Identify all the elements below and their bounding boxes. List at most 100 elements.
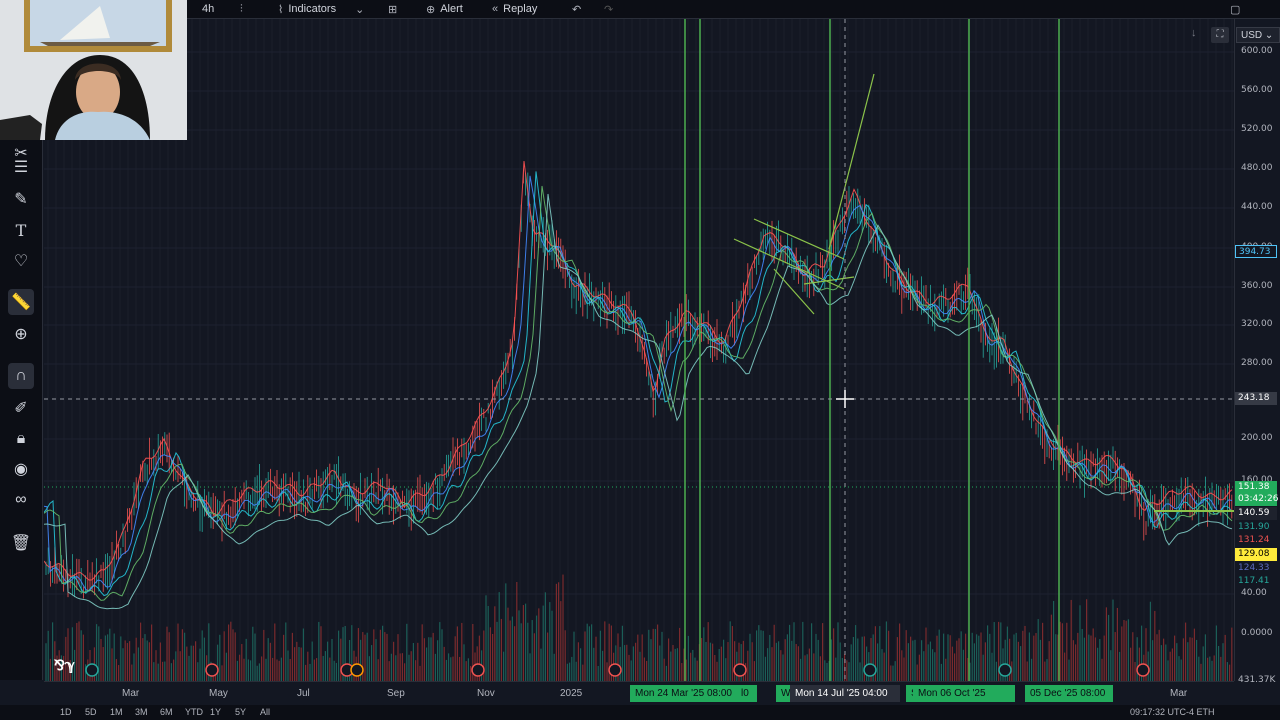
price-tick-label: 360.00 xyxy=(1241,281,1273,291)
remove-drawings-tool[interactable]: 🗑︎ xyxy=(8,530,34,556)
time-tick-label: Nov xyxy=(477,688,495,699)
price-tick-label: 480.00 xyxy=(1241,163,1273,173)
time-tick-label: Sep xyxy=(387,688,405,699)
range-button[interactable]: 5Y xyxy=(235,707,246,717)
time-marker-tag: 05 Dec '25 08:00 xyxy=(1025,685,1113,702)
redo-button[interactable]: ↷ xyxy=(604,0,613,18)
price-tick-label: 440.00 xyxy=(1241,202,1273,212)
time-tick-label: Mar xyxy=(1170,688,1188,699)
indicators-button[interactable]: ⌇ Indicators ⌄ xyxy=(278,0,364,18)
earnings-marker xyxy=(85,663,99,677)
fullscreen-icon: ▢ xyxy=(1230,3,1241,16)
price-tick-label: 280.00 xyxy=(1241,358,1273,368)
earnings-marker xyxy=(205,663,219,677)
webcam-image xyxy=(0,0,187,140)
earnings-marker xyxy=(471,663,485,677)
time-marker-tag: Mon 14 Jul '25 04:00 xyxy=(790,685,900,702)
lock-drawings-tool[interactable]: 🔒︎ xyxy=(8,426,34,452)
range-button[interactable]: 1M xyxy=(110,707,123,717)
price-tag: 03:42:26 xyxy=(1235,493,1278,506)
alert-icon: ⊕ xyxy=(426,3,436,16)
measure-tool[interactable]: 📏 xyxy=(8,289,34,315)
stay-drawing-tool[interactable]: ✐ xyxy=(8,395,34,421)
price-tag: 117.41 xyxy=(1235,575,1277,588)
replay-button[interactable]: « Replay xyxy=(492,0,537,18)
trash-icon: 🗑︎ xyxy=(10,535,32,552)
earnings-marker xyxy=(608,663,622,677)
interval-button[interactable]: 4h xyxy=(202,0,214,18)
candles-button[interactable]: ⫶ xyxy=(240,0,243,18)
range-button[interactable]: 1D xyxy=(60,707,72,717)
alert-button[interactable]: ⊕ Alert xyxy=(426,0,463,18)
range-button[interactable]: All xyxy=(260,707,270,717)
text-tool[interactable]: T xyxy=(8,217,34,243)
link-icon: ∞ xyxy=(15,491,27,508)
heart-icon: ♡ xyxy=(13,253,29,270)
price-tag: 394.73 xyxy=(1235,245,1277,258)
price-tick-label: 320.00 xyxy=(1241,319,1273,329)
time-tick-label: 2025 xyxy=(560,688,583,699)
price-tag: 129.08 xyxy=(1235,548,1277,561)
time-tick-label: Mar xyxy=(122,688,140,699)
candles-icon: ⫶ xyxy=(240,2,243,15)
indicators-icon: ⌇ xyxy=(278,3,284,16)
range-button[interactable]: 1Y xyxy=(210,707,221,717)
price-tag: 140.59 xyxy=(1235,507,1277,520)
bottom-bar: 09:17:32 UTC-4 ETH 1D 5D 1M 3M 6M YTD 1Y 5Y All xyxy=(0,705,1280,720)
hide-drawings-tool[interactable]: ◉ xyxy=(8,456,34,482)
time-marker-tag: W xyxy=(776,685,790,702)
download-icon[interactable]: ↓ xyxy=(1191,27,1205,43)
undo-button[interactable]: ↶ xyxy=(572,0,581,18)
range-button[interactable]: 3M xyxy=(135,707,148,717)
price-tag: 131.90 xyxy=(1235,521,1277,534)
time-tick-label: Jul xyxy=(297,688,310,699)
fullscreen-button[interactable]: ▢ xyxy=(1230,0,1240,18)
price-tick-label: 560.00 xyxy=(1241,85,1273,95)
range-button[interactable]: YTD xyxy=(185,707,203,717)
zoom-tool[interactable]: ⊕ xyxy=(8,321,34,347)
crosshair-price-label: 243.18 xyxy=(1235,392,1277,405)
clock-label: 09:17:32 UTC-4 ETH xyxy=(1130,707,1215,717)
price-tag: 131.24 xyxy=(1235,534,1277,547)
layouts-button[interactable]: ⊞ xyxy=(388,0,397,18)
top-toolbar: 4h ⫶ ⌇ Indicators ⌄ ⊞ ⊕ Alert « Replay ↶… xyxy=(0,0,1280,19)
undo-icon: ↶ xyxy=(572,3,582,16)
price-tick-label: 0.0000 xyxy=(1241,628,1273,638)
sync-drawings-tool[interactable]: ∞ xyxy=(8,487,34,513)
lock-icon: 🔒︎ xyxy=(16,430,26,447)
chart-pane[interactable]: ⅋ℽ xyxy=(44,19,1234,681)
snapshot-icon[interactable]: ⛶ xyxy=(1211,27,1229,43)
price-tag: 124.33 xyxy=(1235,562,1277,575)
magnet-tool[interactable]: ∩ xyxy=(8,363,34,389)
price-tick-label: 40.00 xyxy=(1241,588,1267,598)
time-marker-tag: Mon 06 Oct '25 08:00 xyxy=(913,685,1015,716)
lock-pencil-icon: ✐ xyxy=(14,400,28,417)
lines-icon: ☰ xyxy=(13,159,29,176)
chevron-down-icon: ⌄ xyxy=(355,3,365,16)
earnings-marker xyxy=(1136,663,1150,677)
trend-line-tool[interactable]: ☰ xyxy=(8,154,34,180)
currency-selector[interactable]: USD ⌄ xyxy=(1236,27,1280,43)
price-axis[interactable]: 600.00560.00520.00480.00440.00400.00360.… xyxy=(1234,19,1280,687)
replay-icon: « xyxy=(492,3,499,15)
ruler-icon: 📏 xyxy=(11,294,31,311)
earnings-marker xyxy=(350,663,364,677)
text-icon: T xyxy=(15,220,27,240)
price-chart[interactable] xyxy=(44,19,1234,681)
eye-icon: ◉ xyxy=(14,461,28,478)
earnings-marker xyxy=(733,663,747,677)
range-button[interactable]: 6M xyxy=(160,707,173,717)
price-tick-label: 600.00 xyxy=(1241,46,1273,56)
patterns-tool[interactable]: ♡ xyxy=(8,248,34,274)
time-axis[interactable]: Mar May Jul Sep Nov 2025 Mar Mon 24 Mar '25 08:… xyxy=(44,681,1234,716)
time-tick-label: May xyxy=(209,688,228,699)
earnings-marker xyxy=(863,663,877,677)
price-tag: 431.37K xyxy=(1235,674,1277,687)
brush-tool[interactable]: ✎ xyxy=(8,186,34,212)
replay-label: Replay xyxy=(503,3,538,15)
indicators-label: Indicators xyxy=(288,3,337,15)
interval-label: 4h xyxy=(202,3,215,15)
redo-icon: ↷ xyxy=(604,3,614,16)
moving-averages xyxy=(44,160,1233,610)
range-button[interactable]: 5D xyxy=(85,707,97,717)
